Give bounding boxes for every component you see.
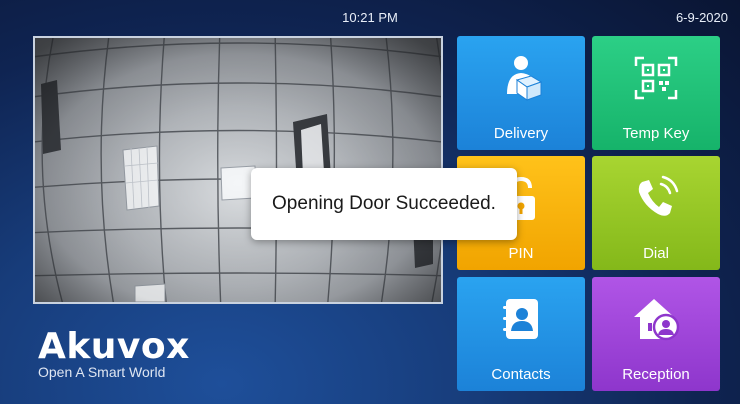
door-opened-toast: Opening Door Succeeded. <box>251 168 517 240</box>
temp-key-label: Temp Key <box>622 125 690 142</box>
temp-key-tile[interactable]: Temp Key <box>592 36 720 150</box>
status-date: 6-9-2020 <box>675 10 728 25</box>
delivery-label: Delivery <box>493 125 549 142</box>
brand-block: Akuvox Open A Smart World <box>38 326 190 381</box>
home-person-icon <box>634 299 680 341</box>
qr-code-icon <box>634 56 678 100</box>
dial-label: Dial <box>643 245 669 262</box>
brand-logo: Akuvox <box>38 326 190 367</box>
contacts-label: Contacts <box>491 366 551 383</box>
contact-book-icon <box>503 299 538 339</box>
delivery-tile[interactable]: Delivery <box>457 36 585 150</box>
phone-ringing-icon <box>638 175 679 216</box>
pin-label: PIN <box>508 245 534 262</box>
reception-tile[interactable]: Reception <box>592 277 720 391</box>
contacts-tile[interactable]: Contacts <box>457 277 585 391</box>
delivery-person-icon <box>507 56 543 101</box>
toast-message: Opening Door Succeeded. <box>272 193 496 214</box>
status-time: 10:21 PM <box>342 10 398 25</box>
intercom-home-screen: 10:21 PM 6-9-2020 Akuvox Open A Smart Wo… <box>0 0 740 404</box>
reception-label: Reception <box>622 366 690 383</box>
status-bar: 10:21 PM 6-9-2020 <box>0 0 740 32</box>
dial-tile[interactable]: Dial <box>592 156 720 270</box>
